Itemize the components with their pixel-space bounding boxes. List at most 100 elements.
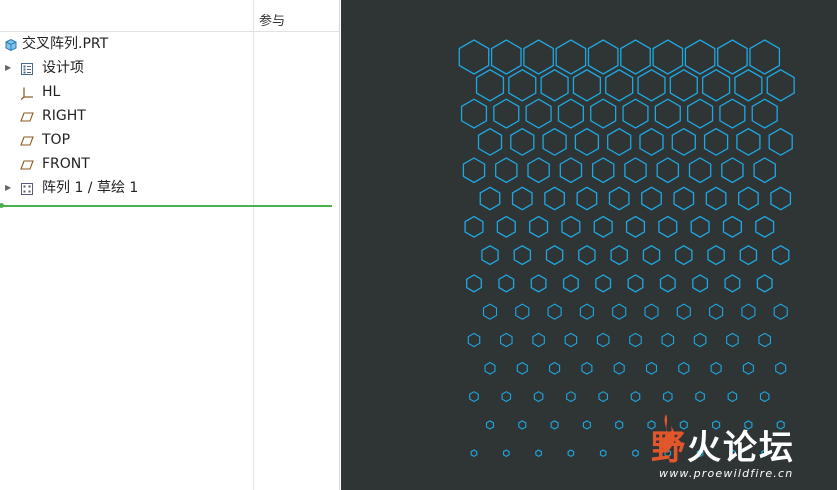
hexagon-shape	[510, 127, 535, 156]
hexagon-shape	[518, 420, 527, 430]
hexagon-shape	[710, 361, 722, 375]
hexagon-shape	[758, 332, 771, 348]
hexagon-shape	[547, 303, 562, 320]
hexagon-shape	[663, 391, 673, 403]
hexagon-shape	[688, 157, 712, 184]
hexagon-shape	[726, 332, 739, 348]
watermark-title-rest: 火论坛	[687, 428, 795, 468]
hexagon-shape	[766, 69, 795, 102]
hexagon-shape	[572, 69, 602, 102]
tree-item-label: FRONT	[42, 156, 90, 172]
hexagon-shape	[467, 332, 481, 348]
hexagon-shape	[576, 186, 598, 211]
hexagon-shape	[687, 98, 714, 129]
hexagon-shape	[641, 186, 662, 211]
hexagon-shape	[622, 98, 649, 129]
hexagon-shape	[464, 215, 484, 238]
tree-item-design-items[interactable]: ▶ 设计项	[0, 57, 252, 79]
hexagon-shape	[529, 215, 549, 238]
tree-item-root[interactable]: 交叉阵列.PRT	[0, 33, 252, 55]
hexagon-shape	[773, 303, 788, 320]
tree-item-label: HL	[42, 84, 61, 100]
hexagon-shape	[598, 391, 608, 403]
hexagon-shape	[612, 303, 627, 320]
hexagon-shape	[460, 98, 488, 129]
hexagon-shape	[734, 69, 763, 102]
hexagon-shape	[484, 361, 496, 375]
datum-plane-icon	[20, 157, 34, 171]
hexagon-shape	[544, 186, 565, 211]
tree-item-right[interactable]: RIGHT	[0, 105, 252, 127]
tree-item-hl[interactable]: HL	[0, 81, 252, 103]
hexagon-shape	[482, 303, 498, 320]
column-divider[interactable]	[253, 0, 254, 490]
insert-here-indicator[interactable]	[0, 203, 332, 208]
hexagon-shape	[566, 391, 576, 403]
column-header-participate[interactable]: 参与	[259, 10, 285, 29]
hexagon-shape	[693, 332, 707, 348]
hexagon-shape	[654, 98, 681, 129]
app-window: 参与 交叉阵列.PRT ▶ 设计项 HL RIGHT TOP FRONT ▶ 阵…	[0, 0, 837, 490]
hexagon-shape	[513, 245, 532, 266]
hexagon-shape	[502, 449, 510, 458]
hexagon-shape	[545, 245, 564, 266]
hexagon-shape	[500, 332, 513, 348]
hexagon-shape	[719, 98, 746, 129]
hexagon-shape	[724, 274, 741, 293]
hexagon-shape	[659, 274, 676, 293]
hexagon-shape	[678, 361, 690, 375]
hexagon-shape	[532, 332, 545, 348]
hexagon-shape	[707, 245, 725, 266]
tree-item-pattern[interactable]: ▶ 阵列 1 / 草绘 1	[0, 177, 252, 199]
part-icon	[4, 37, 18, 52]
tree-item-label: 阵列 1 / 草绘 1	[42, 180, 139, 196]
hexagon-shape	[496, 215, 516, 238]
hexagon-shape	[550, 420, 559, 430]
hexagon-shape	[559, 157, 583, 184]
hexagon-shape	[637, 69, 666, 102]
hexagon-shape	[485, 420, 495, 430]
hexagon-shape	[751, 98, 778, 129]
hexagon-shape	[722, 215, 742, 238]
hexagon-shape	[535, 449, 542, 458]
hexagon-shape	[562, 274, 579, 293]
hexagon-shape	[741, 303, 756, 320]
watermark: 野火论坛 www.proewildfire.cn	[651, 412, 837, 490]
hexagon-shape	[540, 69, 569, 102]
graphics-viewport[interactable]: 野火论坛 www.proewildfire.cn	[341, 0, 837, 490]
hexagon-shape	[470, 449, 478, 458]
hexagon-shape	[652, 39, 684, 75]
hexagon-shape	[675, 245, 693, 266]
tree-item-label: 设计项	[42, 60, 84, 76]
hexagon-shape	[624, 157, 647, 184]
hexagon-shape	[593, 215, 613, 238]
expand-arrow-icon[interactable]: ▶	[5, 57, 13, 79]
hexagon-shape	[591, 157, 615, 184]
hexagon-shape	[703, 127, 729, 156]
hexagon-shape	[596, 332, 610, 348]
hexagon-shape	[742, 361, 754, 375]
hexagon-shape	[738, 186, 759, 211]
hexagon-shape	[645, 361, 658, 375]
hexagon-shape	[717, 39, 748, 75]
hexagon-shape	[755, 215, 775, 238]
tree-item-label: 交叉阵列.PRT	[22, 36, 109, 52]
hexagon-shape	[630, 391, 641, 403]
hexagon-shape	[775, 361, 787, 375]
pattern-icon	[20, 181, 34, 195]
hexagon-shape	[501, 391, 512, 403]
hexagon-shape	[581, 361, 593, 375]
tree-item-top[interactable]: TOP	[0, 129, 252, 151]
hexagon-shape	[692, 274, 709, 293]
hexagon-shape	[656, 157, 680, 184]
datum-plane-icon	[20, 133, 34, 147]
expand-arrow-icon[interactable]: ▶	[5, 177, 13, 199]
hexagon-shape	[567, 449, 575, 458]
hexagon-shape	[607, 127, 632, 156]
hexagon-shape	[605, 69, 634, 102]
hexagon-shape	[625, 215, 646, 238]
hexagon-shape	[756, 274, 773, 293]
hexagon-shape	[493, 98, 520, 129]
watermark-title-first: 野	[651, 428, 687, 468]
tree-item-front[interactable]: FRONT	[0, 153, 252, 175]
